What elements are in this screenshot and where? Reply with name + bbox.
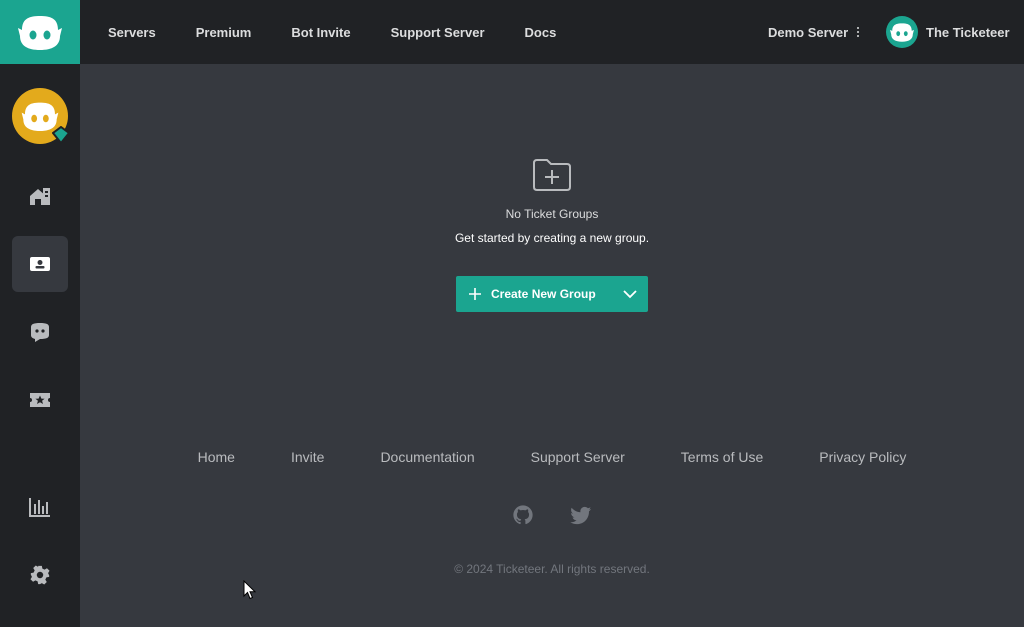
bot-logo-icon — [18, 16, 62, 50]
copyright: © 2024 Ticketeer. All rights reserved. — [454, 562, 650, 576]
empty-state-subtitle: Get started by creating a new group. — [454, 231, 650, 245]
nav-servers[interactable]: Servers — [108, 25, 156, 40]
sidebar-item-settings[interactable] — [12, 547, 68, 603]
sidebar — [0, 64, 80, 627]
footer-link-home[interactable]: Home — [198, 449, 235, 465]
sidebar-item-statistics[interactable] — [12, 479, 68, 535]
create-new-group-label: Create New Group — [491, 287, 596, 301]
ticket-icon — [30, 257, 50, 271]
nav-premium[interactable]: Premium — [196, 25, 252, 40]
user-menu[interactable]: The Ticketeer — [886, 16, 1010, 48]
chevron-down-icon — [623, 290, 637, 299]
footer-link-invite[interactable]: Invite — [291, 449, 324, 465]
sidebar-item-tickets[interactable] — [12, 236, 68, 292]
bot-avatar-icon — [890, 23, 914, 42]
empty-state: No Ticket Groups Get started by creating… — [80, 158, 1024, 245]
social-links — [80, 504, 1024, 526]
nav-support-server[interactable]: Support Server — [391, 25, 485, 40]
kebab-menu-icon[interactable] — [857, 27, 860, 37]
empty-state-title: No Ticket Groups — [505, 207, 599, 221]
gear-icon — [30, 565, 50, 585]
create-group-dropdown-toggle[interactable] — [622, 286, 638, 302]
top-bar: Servers Premium Bot Invite Support Serve… — [0, 0, 1024, 64]
footer-links: Home Invite Documentation Support Server… — [80, 449, 1024, 465]
nav-bot-invite[interactable]: Bot Invite — [291, 25, 350, 40]
twitter-icon[interactable] — [570, 504, 592, 526]
app-logo[interactable] — [0, 0, 80, 64]
plus-icon — [469, 288, 481, 300]
sidebar-item-chat[interactable] — [12, 304, 68, 360]
stats-icon — [29, 498, 50, 517]
server-selector-label: Demo Server — [768, 24, 849, 40]
home-icon — [30, 188, 50, 205]
user-avatar — [886, 16, 918, 48]
create-new-group-button[interactable]: Create New Group — [456, 276, 648, 312]
sidebar-item-home[interactable] — [12, 168, 68, 224]
folder-plus-icon — [533, 159, 571, 191]
premium-gem-icon — [52, 126, 70, 144]
mouse-cursor-icon — [243, 580, 257, 600]
star-ticket-icon — [30, 393, 50, 407]
top-nav: Servers Premium Bot Invite Support Serve… — [108, 0, 596, 64]
user-name: The Ticketeer — [926, 24, 1010, 40]
footer-link-support-server[interactable]: Support Server — [531, 449, 625, 465]
main-content: No Ticket Groups Get started by creating… — [80, 64, 1024, 627]
footer-link-documentation[interactable]: Documentation — [380, 449, 474, 465]
server-selector[interactable]: Demo Server — [768, 0, 860, 64]
chat-icon — [31, 323, 49, 342]
github-icon[interactable] — [512, 504, 534, 526]
nav-docs[interactable]: Docs — [525, 25, 557, 40]
footer-link-privacy[interactable]: Privacy Policy — [819, 449, 906, 465]
sidebar-item-premium-tickets[interactable] — [12, 372, 68, 428]
footer-link-terms[interactable]: Terms of Use — [681, 449, 763, 465]
